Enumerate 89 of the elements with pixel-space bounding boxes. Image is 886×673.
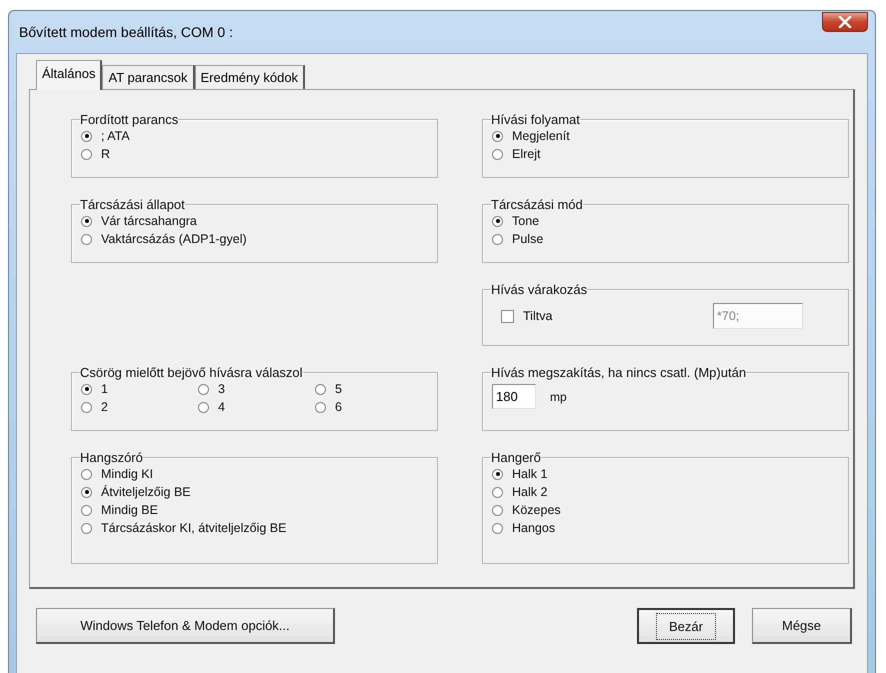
radio-button[interactable] [492, 130, 503, 142]
radio-option[interactable]: R [81, 145, 428, 163]
window-title: Bővített modem beállítás, COM 0 : [18, 24, 233, 40]
radio-option[interactable]: Vár tárcsahangra [81, 212, 428, 230]
radio-option[interactable]: Hangos [492, 519, 839, 537]
option-label: 4 [218, 400, 225, 414]
group-title: Tárcsázási állapot [80, 197, 185, 212]
radio-button[interactable] [81, 234, 92, 244]
radio-option[interactable]: Vaktárcsázás (ADP1-gyel) [81, 230, 428, 248]
tab[interactable]: Általános [36, 60, 102, 90]
radio-button[interactable] [198, 402, 209, 412]
option-label: R [101, 147, 110, 161]
radio-button[interactable] [315, 402, 326, 412]
group-title: Fordított parancs [80, 112, 178, 127]
radio-button[interactable] [81, 384, 92, 394]
radio-option[interactable]: Mindig KI [81, 465, 428, 483]
radio-button[interactable] [492, 468, 503, 480]
option-label: Átviteljelzőig BE [101, 485, 191, 499]
option-label: Megjelenít [512, 129, 570, 143]
option-label: 3 [218, 382, 225, 396]
radio-option[interactable]: 3 [198, 380, 315, 398]
option-label: 5 [335, 382, 342, 396]
close-icon [838, 16, 852, 28]
option-label: Elrejt [512, 147, 540, 161]
option-label: Vaktárcsázás (ADP1-gyel) [101, 232, 247, 246]
radio-option[interactable]: 1 [81, 380, 198, 398]
option-label: Pulse [512, 232, 544, 246]
radio-option[interactable]: Átviteljelzőig BE [81, 483, 428, 501]
checkbox-option[interactable]: Tiltva [501, 307, 552, 325]
radio-option[interactable]: 6 [315, 398, 432, 416]
group-title: Hangszóró [80, 450, 143, 465]
radio-option[interactable]: ; ATA [81, 127, 428, 145]
option-label: Mindig KI [101, 467, 154, 481]
radio-option[interactable]: Pulse [492, 230, 839, 248]
option-label: 2 [101, 400, 108, 414]
radio-button[interactable] [81, 486, 92, 498]
radio-option[interactable]: Mindig BE [81, 501, 428, 519]
radio-button[interactable] [492, 234, 503, 244]
option-label: Tone [512, 214, 540, 228]
radio-button[interactable] [492, 486, 503, 498]
radio-option[interactable]: 2 [81, 398, 198, 416]
option-label: 6 [335, 400, 342, 414]
option-label: Közepes [512, 503, 561, 517]
radio-option[interactable]: Közepes [492, 501, 839, 519]
option-label: Vár tárcsahangra [101, 214, 197, 228]
radio-option[interactable]: Tone [492, 212, 839, 230]
tab[interactable]: Eredmény kódok [194, 65, 306, 89]
group-title: Hangerő [491, 450, 541, 465]
radio-button[interactable] [198, 384, 209, 394]
option-label: 1 [101, 382, 108, 396]
unit-label: mp [550, 390, 567, 404]
dialog-button[interactable]: Windows Telefon & Modem opciók... [36, 608, 335, 644]
option-label: Mindig BE [101, 503, 158, 517]
option-label: Tiltva [523, 309, 552, 323]
radio-button[interactable] [81, 504, 92, 516]
group-title: Hívás megszakítás, ha nincs csatl. (Mp)után [491, 365, 746, 380]
radio-button[interactable] [492, 522, 503, 534]
group-title: Tárcsázási mód [491, 197, 583, 212]
tab[interactable]: AT parancsok [102, 65, 194, 89]
radio-button[interactable] [81, 130, 92, 142]
dialog-button[interactable]: Mégse [752, 608, 852, 644]
radio-button[interactable] [81, 148, 92, 160]
option-label: Tárcsázáskor KI, átviteljelzőig BE [101, 521, 286, 535]
radio-button[interactable] [81, 216, 92, 226]
radio-option[interactable]: Halk 2 [492, 483, 839, 501]
option-label: Halk 2 [512, 485, 548, 499]
radio-option[interactable]: Tárcsázáskor KI, átviteljelzőig BE [81, 519, 428, 537]
option-label: ; ATA [101, 129, 130, 143]
radio-button[interactable] [81, 402, 92, 412]
group-title: Hívás várakozás [491, 282, 588, 297]
radio-button[interactable] [492, 504, 503, 516]
close-button[interactable] [822, 12, 868, 32]
checkbox[interactable] [501, 310, 514, 322]
radio-option[interactable]: 4 [198, 398, 315, 416]
option-label: Halk 1 [512, 467, 548, 481]
group-title: Hívási folyamat [491, 112, 580, 127]
input-field[interactable]: 180 [492, 384, 536, 409]
radio-button[interactable] [315, 384, 326, 394]
radio-button[interactable] [492, 216, 503, 226]
radio-button[interactable] [81, 468, 92, 480]
radio-option[interactable]: Megjelenít [492, 127, 839, 145]
radio-option[interactable]: Elrejt [492, 145, 839, 163]
option-label: Hangos [512, 521, 556, 535]
radio-button[interactable] [81, 522, 92, 534]
radio-button[interactable] [492, 148, 503, 160]
radio-option[interactable]: 5 [315, 380, 432, 398]
group-title: Csörög mielőtt bejövő hívásra válaszol [80, 365, 303, 380]
dialog-button[interactable]: Bezár [637, 608, 735, 644]
radio-option[interactable]: Halk 1 [492, 465, 839, 483]
